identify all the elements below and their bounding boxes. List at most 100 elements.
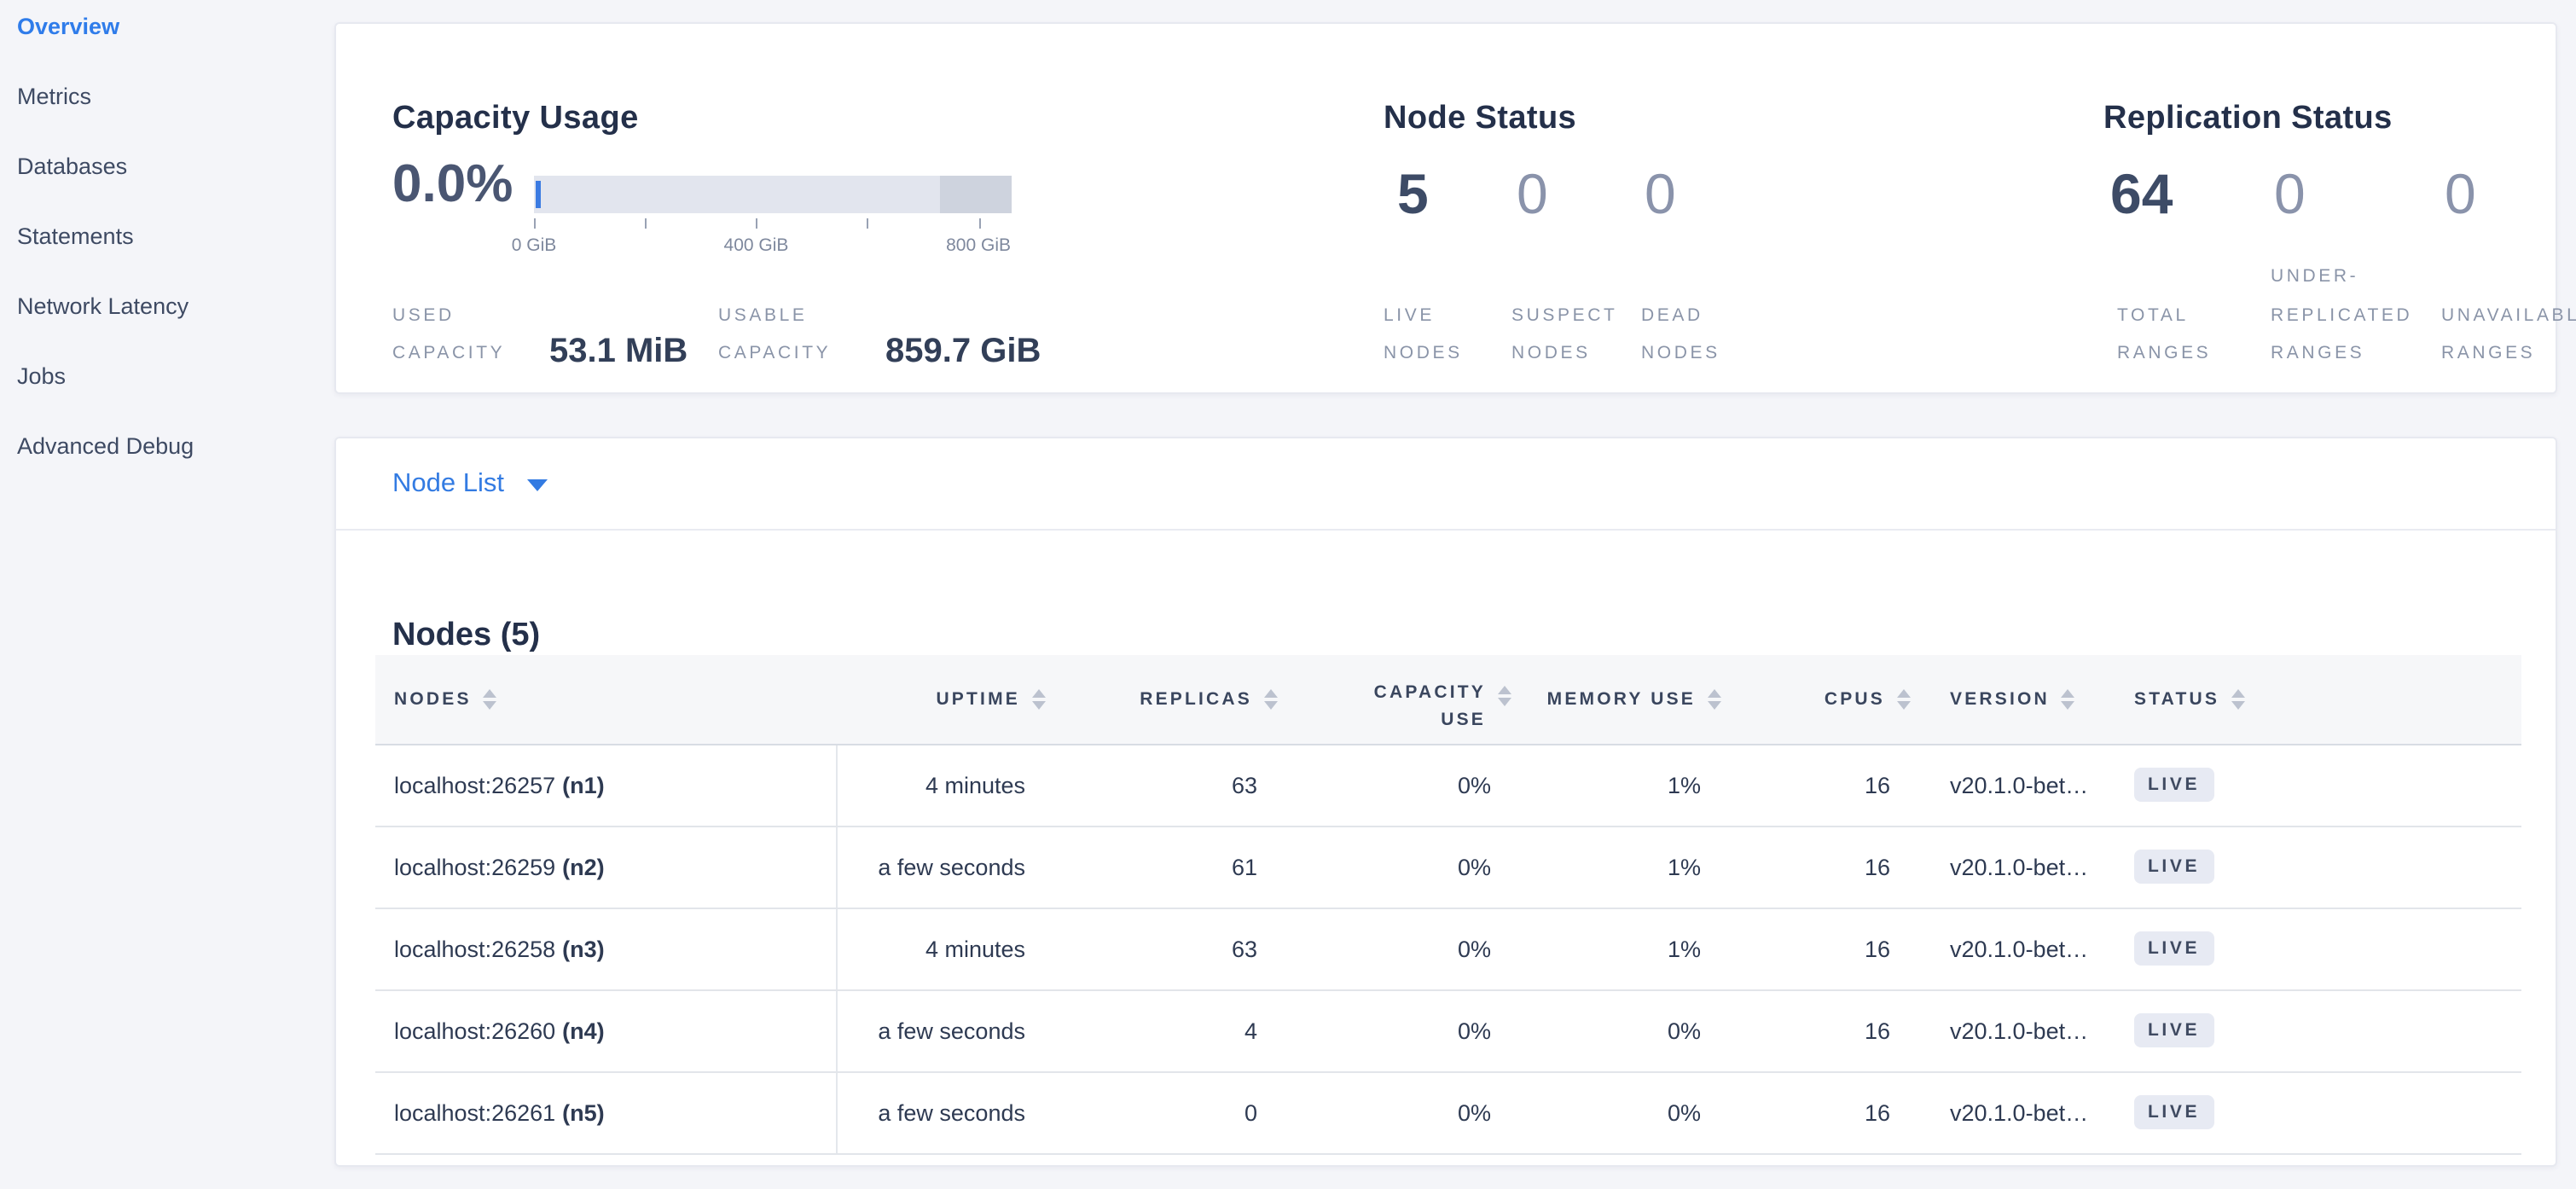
memory-use-cell: 1% [1518, 744, 1728, 826]
column-header-uptime[interactable]: UPTIME [836, 655, 1053, 744]
node-status-title: Node Status [1384, 101, 1576, 138]
replicas-cell: 63 [1053, 908, 1285, 989]
status-badge: LIVE [2134, 768, 2213, 802]
dead-nodes-count: 0 [1645, 160, 1676, 229]
nodes-count-heading: Nodes (5) [392, 618, 540, 655]
memory-use-cell: 1% [1518, 826, 1728, 908]
capacity-usage-title: Capacity Usage [392, 101, 639, 138]
memory-use-cell: 1% [1518, 908, 1728, 989]
column-label: CAPACITY USE [1360, 681, 1486, 734]
sort-icon [1264, 689, 1278, 710]
capacity-bar-chart [534, 176, 1012, 213]
column-header-capacity-use[interactable]: CAPACITY USE [1285, 655, 1518, 744]
status-cell: LIVE [2121, 1071, 2521, 1153]
uptime-cell: a few seconds [836, 826, 1053, 908]
suspect-nodes-label: SUSPECT NODES [1511, 297, 1645, 374]
axis-tick [534, 218, 536, 229]
sort-icon [484, 689, 497, 710]
version-cell: v20.1.0-bet… [1917, 744, 2121, 826]
cpus-cell: 16 [1728, 908, 1917, 989]
node-list-dropdown[interactable]: Node List [336, 438, 2556, 531]
sidebar-item-metrics[interactable]: Metrics [0, 82, 333, 111]
column-header-nodes[interactable]: NODES [375, 655, 836, 744]
capacity-use-cell: 0% [1285, 826, 1518, 908]
sort-icon [1032, 689, 1046, 710]
column-header-version[interactable]: VERSION [1917, 655, 2121, 744]
status-badge: LIVE [2134, 1014, 2213, 1047]
node-name-cell[interactable]: localhost:26258(n3) [375, 908, 836, 989]
cpus-cell: 16 [1728, 1071, 1917, 1153]
node-name-cell[interactable]: localhost:26261(n5) [375, 1071, 836, 1153]
table-row: localhost:26257(n1) 4 minutes 63 0% 1% 1… [375, 744, 2521, 826]
axis-label-800: 800 GiB [946, 235, 1011, 256]
axis-tick [867, 218, 869, 229]
capacity-used-percent: 0.0% [392, 154, 513, 215]
sort-icon [2062, 689, 2075, 710]
table-row: localhost:26261(n5) a few seconds 0 0% 0… [375, 1071, 2521, 1153]
replicas-cell: 61 [1053, 826, 1285, 908]
total-ranges-count: 64 [2110, 160, 2173, 229]
total-ranges-label: TOTAL RANGES [2117, 297, 2237, 374]
capacity-bar-tail [940, 176, 1012, 213]
sidebar-item-advanced-debug[interactable]: Advanced Debug [0, 432, 333, 461]
sort-icon [1708, 689, 1721, 710]
capacity-use-cell: 0% [1285, 744, 1518, 826]
sidebar-item-network-latency[interactable]: Network Latency [0, 292, 333, 321]
node-list-card: Node List Nodes (5) NODES U [334, 437, 2557, 1167]
replicas-cell: 63 [1053, 744, 1285, 826]
axis-tick [978, 218, 980, 229]
under-replicated-count: 0 [2274, 160, 2306, 229]
memory-use-cell: 0% [1518, 1071, 1728, 1153]
chevron-down-icon [528, 479, 548, 491]
memory-use-cell: 0% [1518, 989, 1728, 1071]
sidebar-item-jobs[interactable]: Jobs [0, 362, 333, 391]
column-header-cpus[interactable]: CPUS [1728, 655, 1917, 744]
sidebar-item-databases[interactable]: Databases [0, 152, 333, 181]
suspect-nodes-count: 0 [1517, 160, 1548, 229]
sort-icon [1498, 686, 1511, 706]
table-row: localhost:26258(n3) 4 minutes 63 0% 1% 1… [375, 908, 2521, 989]
unavailable-count: 0 [2445, 160, 2476, 229]
column-header-status[interactable]: STATUS [2121, 655, 2521, 744]
table-row: localhost:26259(n2) a few seconds 61 0% … [375, 826, 2521, 908]
column-label: NODES [394, 689, 472, 710]
usable-capacity-label: USABLE CAPACITY [718, 297, 851, 374]
replicas-cell: 4 [1053, 989, 1285, 1071]
capacity-use-cell: 0% [1285, 908, 1518, 989]
cluster-summary-card: Capacity Usage 0.0% 0 GiB 400 GiB 800 Gi… [334, 22, 2557, 394]
column-label: MEMORY USE [1547, 689, 1696, 710]
live-nodes-label: LIVE NODES [1384, 297, 1493, 374]
node-name-cell[interactable]: localhost:26259(n2) [375, 826, 836, 908]
uptime-cell: a few seconds [836, 989, 1053, 1071]
under-replicated-label: UNDER-REPLICATED RANGES [2271, 258, 2428, 374]
used-capacity-label: USED CAPACITY [392, 297, 502, 374]
usable-capacity-value: 859.7 GiB [885, 333, 1041, 372]
capacity-use-cell: 0% [1285, 1071, 1518, 1153]
sidebar-item-statements[interactable]: Statements [0, 222, 333, 251]
cpus-cell: 16 [1728, 989, 1917, 1071]
page: Overview Metrics Databases Statements Ne… [0, 0, 2576, 1189]
axis-label-0: 0 GiB [512, 235, 557, 256]
capacity-axis [534, 218, 1012, 229]
replicas-cell: 0 [1053, 1071, 1285, 1153]
column-label: UPTIME [936, 689, 1020, 710]
table-row: localhost:26260(n4) a few seconds 4 0% 0… [375, 989, 2521, 1071]
column-header-replicas[interactable]: REPLICAS [1053, 655, 1285, 744]
sort-icon [1897, 689, 1911, 710]
version-cell: v20.1.0-bet… [1917, 826, 2121, 908]
axis-tick [645, 218, 647, 229]
node-list-dropdown-label: Node List [392, 468, 504, 499]
node-name-cell[interactable]: localhost:26260(n4) [375, 989, 836, 1071]
uptime-cell: 4 minutes [836, 908, 1053, 989]
status-badge: LIVE [2134, 1096, 2213, 1129]
live-nodes-count: 5 [1397, 160, 1429, 229]
axis-label-400: 400 GiB [724, 235, 789, 256]
column-label: STATUS [2134, 689, 2219, 710]
sidebar-item-overview[interactable]: Overview [0, 12, 333, 41]
column-header-memory-use[interactable]: MEMORY USE [1518, 655, 1728, 744]
column-label: VERSION [1950, 689, 2050, 710]
unavailable-label: UNAVAILABLE RANGES [2441, 297, 2576, 374]
uptime-cell: a few seconds [836, 1071, 1053, 1153]
status-cell: LIVE [2121, 826, 2521, 908]
node-name-cell[interactable]: localhost:26257(n1) [375, 744, 836, 826]
